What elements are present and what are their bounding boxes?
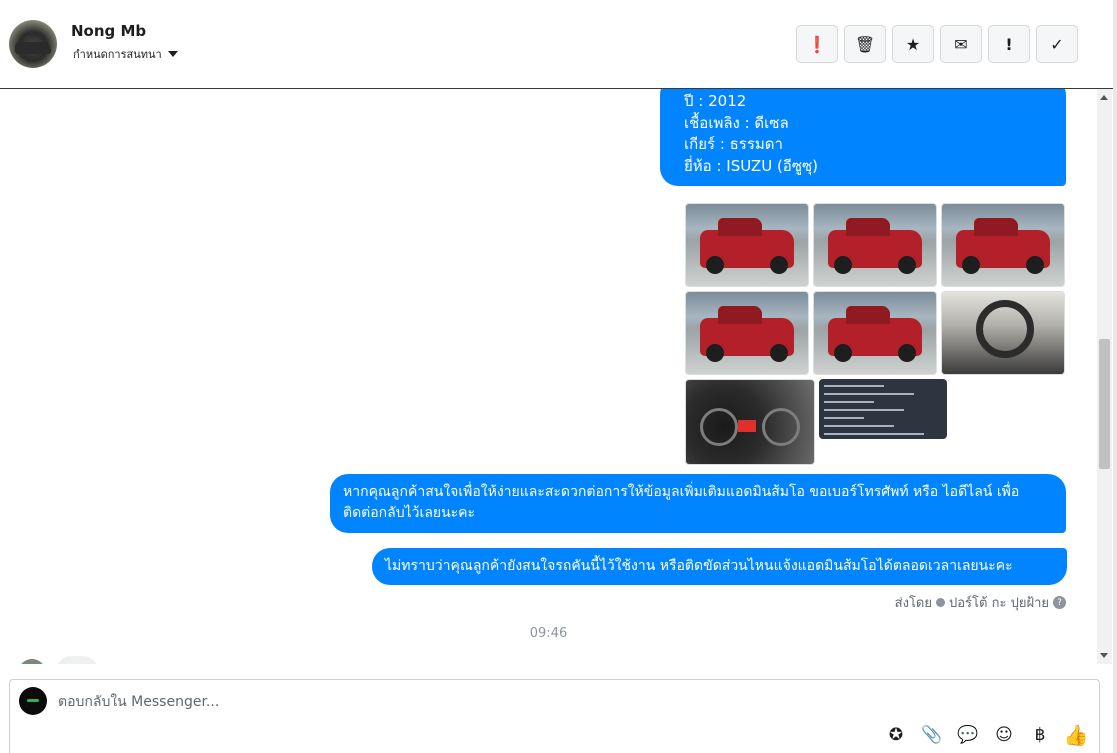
conversation-toolbar: ❗ 🗑 ★ ✉ ! ✓ — [796, 25, 1078, 63]
outgoing-message: หากคุณลูกค้าสนใจเพื่อให้ง่ายและสะดวกต่อก… — [330, 474, 1066, 533]
page-avatar — [19, 687, 47, 715]
reply-composer: ✪ 📎 💬 ☺ ฿ 👍 — [9, 679, 1100, 753]
exclamation-icon: ! — [1005, 34, 1013, 54]
sent-by-name: ปอร์โต้ กะ ปุยฝ้าย — [949, 596, 1049, 611]
sent-by-label: ส่งโดย — [894, 596, 932, 611]
delete-button[interactable]: 🗑 — [844, 25, 886, 63]
emoji-icon: ☺ — [995, 725, 1013, 745]
conversation-header: Nong Mb กำหนดการสนทนา ❗ 🗑 ★ ✉ ! ✓ — [0, 0, 1113, 89]
help-icon[interactable]: ? — [1053, 596, 1066, 609]
assign-label: กำหนดการสนทนา — [73, 48, 162, 61]
baht-icon: ฿ — [1034, 725, 1046, 745]
window-edge — [1113, 0, 1117, 753]
emoji-button[interactable]: ☺ — [993, 724, 1015, 746]
car-detail-gear: เกียร์ : ธรรมดา — [684, 135, 783, 153]
saved-reply-button[interactable]: ✪ — [885, 724, 907, 746]
attachment-button[interactable]: 📎 — [921, 724, 943, 746]
chat-bubble-button[interactable]: 💬 — [957, 724, 979, 746]
thread-scrollbar[interactable] — [1097, 89, 1112, 664]
like-button[interactable]: 👍 — [1063, 723, 1089, 747]
car-detail-fuel: เชื้อเพลิง : ดีเซล — [684, 114, 789, 132]
report-icon: ❗ — [807, 34, 827, 54]
car-photo[interactable] — [685, 203, 809, 287]
outgoing-message: ไม่ทราบว่าคุณลูกค้ายังสนใจรถคันนี้ไว้ใช้… — [372, 548, 1067, 585]
contact-avatar-small — [18, 659, 46, 664]
car-photo[interactable] — [941, 203, 1065, 287]
caret-down-icon — [167, 51, 178, 57]
incoming-message — [56, 656, 98, 664]
car-photo[interactable] — [813, 203, 937, 287]
payment-button[interactable]: ฿ — [1029, 724, 1051, 746]
mark-done-button[interactable]: ✓ — [1036, 25, 1078, 63]
composer-toolbar: ✪ 📎 💬 ☺ ฿ 👍 — [885, 723, 1089, 747]
star-button[interactable]: ★ — [892, 25, 934, 63]
assign-conversation-dropdown[interactable]: กำหนดการสนทนา — [73, 45, 178, 63]
document-photo[interactable] — [819, 379, 947, 439]
car-photo[interactable] — [813, 291, 937, 375]
reply-input[interactable] — [58, 692, 658, 712]
dashboard-photo[interactable] — [685, 379, 815, 465]
follow-up-button[interactable]: ! — [988, 25, 1030, 63]
car-detail-year: ปี : 2012 — [684, 92, 747, 110]
car-interior-photo[interactable] — [941, 291, 1065, 375]
trash-icon: 🗑 — [854, 34, 876, 54]
check-icon: ✓ — [1050, 34, 1064, 54]
scroll-up-arrow-icon[interactable] — [1100, 95, 1108, 100]
scroll-thumb[interactable] — [1099, 339, 1110, 469]
message-timestamp: 09:46 — [529, 626, 568, 641]
contact-avatar[interactable] — [9, 20, 57, 68]
car-details-message: ปี : 2012 เชื้อเพลิง : ดีเซล เกียร์ : ธร… — [660, 89, 1066, 186]
report-button[interactable]: ❗ — [796, 25, 838, 63]
saved-reply-icon: ✪ — [888, 725, 904, 745]
verified-dot-icon — [936, 598, 945, 607]
star-icon: ★ — [905, 34, 921, 54]
sent-by-info: ส่งโดย ปอร์โต้ กะ ปุยฝ้าย ? — [895, 592, 1066, 613]
mark-unread-button[interactable]: ✉ — [940, 25, 982, 63]
scroll-down-arrow-icon[interactable] — [1100, 653, 1108, 658]
envelope-icon: ✉ — [954, 34, 968, 54]
attachment-icon: 📎 — [921, 725, 943, 745]
message-thread[interactable]: ปี : 2012 เชื้อเพลิง : ดีเซล เกียร์ : ธร… — [0, 89, 1097, 664]
car-photo[interactable] — [685, 291, 809, 375]
contact-name[interactable]: Nong Mb — [71, 22, 146, 40]
car-detail-brand: ยี่ห้อ : ISUZU (อีซูซุ) — [684, 157, 819, 175]
thumbs-up-icon: 👍 — [1063, 723, 1089, 747]
chat-bubble-icon: 💬 — [957, 725, 979, 745]
